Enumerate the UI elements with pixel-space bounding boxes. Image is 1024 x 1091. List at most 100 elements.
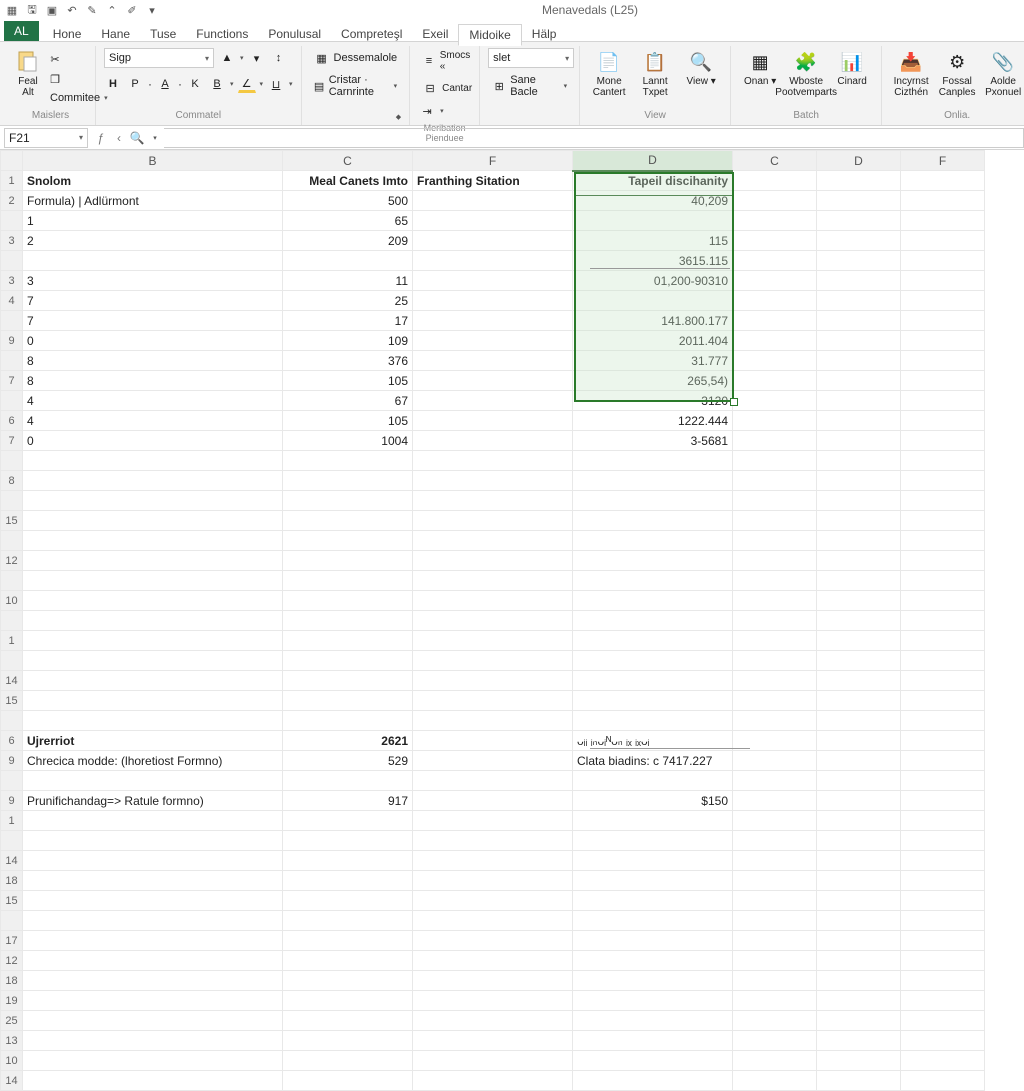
tab-exeil[interactable]: Exeil — [412, 24, 458, 44]
cell[interactable] — [283, 831, 413, 851]
row-header[interactable] — [1, 311, 23, 331]
col-header-B[interactable]: B — [23, 151, 283, 171]
cell[interactable]: 376 — [283, 351, 413, 371]
bold-button[interactable]: H — [104, 75, 122, 93]
cell[interactable] — [23, 631, 283, 651]
cell[interactable] — [817, 1071, 901, 1091]
cell[interactable]: Franthing Sitation — [413, 171, 573, 191]
row-header[interactable]: 3 — [1, 231, 23, 251]
cell[interactable] — [901, 411, 985, 431]
cell[interactable] — [23, 471, 283, 491]
cell[interactable]: 4 — [23, 391, 283, 411]
cell[interactable] — [733, 191, 817, 211]
cell[interactable] — [283, 851, 413, 871]
incyrnst-cizth-n-button[interactable]: 📥Incyrnst Cizthén — [890, 48, 932, 100]
cell[interactable] — [901, 1051, 985, 1071]
cell[interactable] — [573, 891, 733, 911]
row-header[interactable]: 9 — [1, 331, 23, 351]
cell[interactable] — [733, 431, 817, 451]
cell[interactable] — [901, 351, 985, 371]
cell[interactable] — [817, 1011, 901, 1031]
cell[interactable] — [413, 251, 573, 271]
row-header[interactable] — [1, 611, 23, 631]
cell[interactable] — [23, 251, 283, 271]
cell[interactable] — [817, 311, 901, 331]
cell[interactable]: 265,54) — [573, 371, 733, 391]
cell[interactable] — [901, 751, 985, 771]
sort-icon[interactable]: ↕ — [270, 49, 288, 67]
cell[interactable] — [23, 991, 283, 1011]
cell[interactable] — [733, 211, 817, 231]
cell[interactable] — [23, 911, 283, 931]
cell[interactable] — [901, 971, 985, 991]
cell[interactable] — [23, 691, 283, 711]
cell[interactable] — [733, 551, 817, 571]
cell[interactable] — [413, 571, 573, 591]
cell[interactable] — [413, 531, 573, 551]
cell[interactable] — [817, 611, 901, 631]
cell[interactable] — [817, 871, 901, 891]
cell[interactable] — [23, 931, 283, 951]
cell[interactable] — [733, 631, 817, 651]
row-header[interactable]: 15 — [1, 511, 23, 531]
cell[interactable] — [23, 891, 283, 911]
row-header[interactable]: 6 — [1, 411, 23, 431]
cell[interactable] — [733, 271, 817, 291]
cell[interactable] — [23, 591, 283, 611]
row-header[interactable]: 1 — [1, 811, 23, 831]
cell[interactable] — [733, 911, 817, 931]
cell[interactable] — [413, 891, 573, 911]
cristar-button[interactable]: ▤Cristar · Carnrinte▾ — [310, 72, 402, 100]
cell[interactable] — [733, 811, 817, 831]
cell[interactable] — [733, 571, 817, 591]
cell[interactable] — [413, 811, 573, 831]
row-header[interactable] — [1, 391, 23, 411]
cell[interactable]: 3615.115 — [573, 251, 733, 271]
cell[interactable] — [901, 231, 985, 251]
grow-icon[interactable]: ▾ — [248, 49, 266, 67]
smocs-button[interactable]: ≡Smocs « — [418, 48, 477, 74]
cell[interactable] — [817, 791, 901, 811]
cell[interactable] — [283, 691, 413, 711]
cell[interactable] — [573, 991, 733, 1011]
cell[interactable]: 115 — [573, 231, 733, 251]
cell[interactable] — [733, 231, 817, 251]
cell[interactable] — [283, 571, 413, 591]
cell[interactable] — [817, 591, 901, 611]
cell[interactable] — [573, 511, 733, 531]
cancel-formula-icon[interactable]: ƒ — [92, 129, 110, 147]
row-header[interactable] — [1, 771, 23, 791]
cell[interactable] — [901, 291, 985, 311]
cell[interactable]: 8 — [23, 371, 283, 391]
col-header-D[interactable]: D — [573, 151, 733, 171]
cell[interactable] — [733, 731, 817, 751]
cell[interactable] — [283, 631, 413, 651]
cell[interactable] — [901, 191, 985, 211]
cell[interactable] — [283, 711, 413, 731]
spreadsheet-grid[interactable]: BCFDCDF 1SnolomMeal Canets ImtoFranthing… — [0, 150, 985, 1091]
cell[interactable] — [413, 1051, 573, 1071]
select-all-corner[interactable] — [1, 151, 23, 171]
cell[interactable] — [413, 211, 573, 231]
cell[interactable] — [817, 931, 901, 951]
cell[interactable] — [23, 671, 283, 691]
cell[interactable] — [23, 871, 283, 891]
row-header[interactable]: 18 — [1, 871, 23, 891]
p-button[interactable]: P — [126, 75, 144, 93]
cell[interactable] — [817, 811, 901, 831]
cell[interactable] — [413, 291, 573, 311]
aolde-pxonuel-button[interactable]: 📎Aolde Pxonuel — [982, 48, 1024, 100]
cell[interactable]: Clata biadins: c 7417.227 — [573, 751, 733, 771]
cell[interactable] — [817, 851, 901, 871]
row-header[interactable]: 7 — [1, 371, 23, 391]
cell[interactable]: Prunifichandag=> Ratule formno) — [23, 791, 283, 811]
cell[interactable] — [573, 871, 733, 891]
cell[interactable] — [901, 311, 985, 331]
row-header[interactable]: 8 — [1, 471, 23, 491]
cell[interactable] — [573, 551, 733, 571]
cell[interactable] — [901, 471, 985, 491]
cell[interactable] — [573, 631, 733, 651]
cell[interactable]: 17 — [283, 311, 413, 331]
b-button[interactable]: B — [208, 75, 226, 93]
cell[interactable] — [817, 551, 901, 571]
